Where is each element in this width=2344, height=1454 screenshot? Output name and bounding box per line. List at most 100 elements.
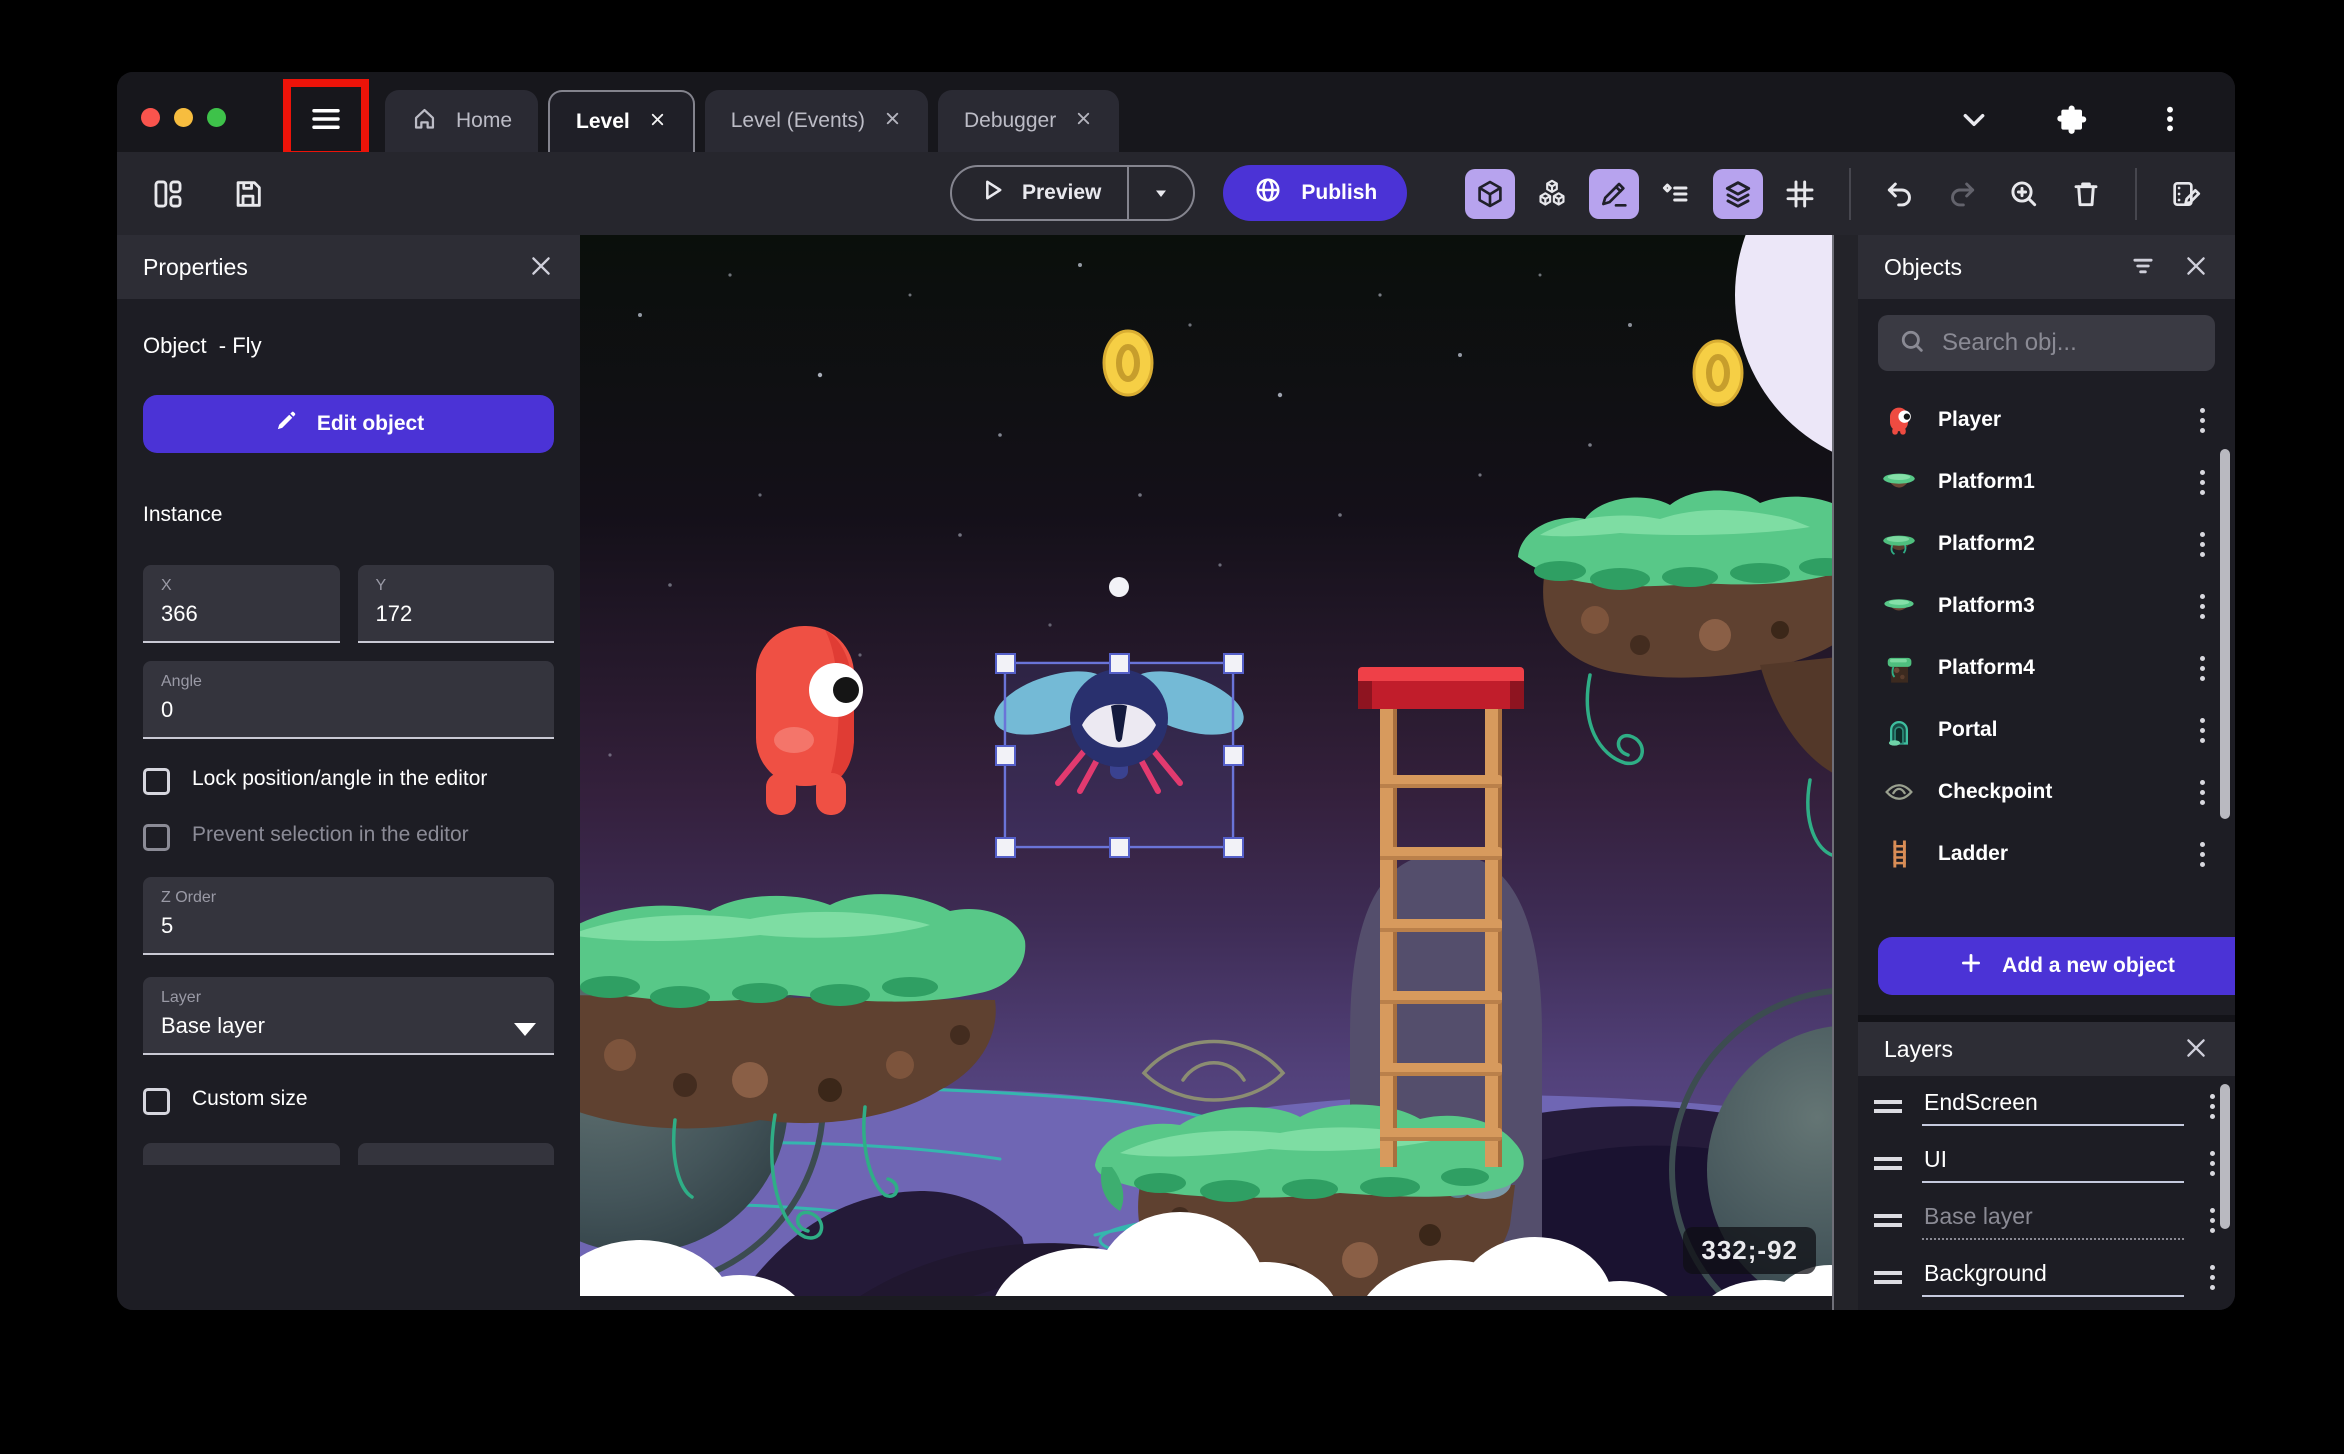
undo-button[interactable]	[1875, 169, 1925, 219]
save-button[interactable]	[223, 169, 273, 219]
object-menu-button[interactable]	[2194, 526, 2211, 563]
publish-button[interactable]: Publish	[1223, 165, 1408, 221]
right-panels: Objects Search obj... Player Platform1 P…	[1858, 235, 2235, 1310]
object-row-player[interactable]: Player	[1874, 389, 2217, 451]
close-properties-button[interactable]	[528, 253, 554, 282]
coin-instance-1[interactable]	[1102, 329, 1154, 397]
angle-field[interactable]: Angle 0	[143, 661, 554, 739]
zoom-button[interactable]	[1999, 169, 2049, 219]
extensions-button[interactable]	[2047, 94, 2097, 144]
layer-menu-button[interactable]	[2204, 1088, 2221, 1125]
object-menu-button[interactable]	[2194, 712, 2211, 749]
layer-row-ui[interactable]: UI	[1874, 1135, 2221, 1192]
objects-scrollbar[interactable]	[2220, 449, 2230, 819]
scene-canvas[interactable]: 332;-92	[580, 235, 1858, 1310]
close-window-button[interactable]	[141, 108, 160, 127]
object-search[interactable]	[1878, 315, 2215, 371]
layer-menu-button[interactable]	[2204, 1259, 2221, 1296]
layer-row-base-layer[interactable]: Base layer	[1874, 1192, 2221, 1249]
layer-menu-button[interactable]	[2204, 1202, 2221, 1239]
y-field[interactable]: Y 172	[357, 565, 554, 643]
canvas-vertical-scrollbar[interactable]	[1832, 235, 1858, 1310]
open-projects-button[interactable]	[143, 169, 193, 219]
layers-button[interactable]	[1713, 168, 1763, 219]
layers-scrollbar[interactable]	[2220, 1084, 2230, 1229]
add-object-button[interactable]: Add a new object	[1878, 937, 2235, 995]
object-row-ladder[interactable]: Ladder	[1874, 823, 2217, 885]
tab-debugger[interactable]: Debugger	[937, 90, 1120, 152]
object-row-platform4[interactable]: Platform4	[1874, 637, 2217, 699]
more-options-button[interactable]	[2145, 94, 2195, 144]
objects-list-button[interactable]	[1527, 169, 1577, 219]
object-menu-button[interactable]	[2194, 464, 2211, 501]
collapse-toolbar-button[interactable]	[1949, 94, 1999, 144]
object-name: Checkpoint	[1938, 780, 2053, 803]
preview-options-button[interactable]	[1129, 181, 1193, 205]
layer-select[interactable]: Layer Base layer	[143, 977, 554, 1055]
undo-icon	[1884, 178, 1916, 210]
lock-position-row: Lock position/angle in the editor	[143, 765, 554, 795]
angle-field-value: 0	[161, 697, 174, 722]
save-icon	[231, 177, 265, 211]
close-layers-button[interactable]	[2183, 1035, 2209, 1064]
z-order-field[interactable]: Z Order 5	[143, 877, 554, 955]
coin-instance-2[interactable]	[1692, 339, 1744, 407]
object-row-checkpoint[interactable]: Checkpoint	[1874, 761, 2217, 823]
object-row-platform1[interactable]: Platform1	[1874, 451, 2217, 513]
tab-level[interactable]: Level	[548, 90, 695, 152]
object-row-platform2[interactable]: Platform2	[1874, 513, 2217, 575]
preview-button[interactable]: Preview	[950, 165, 1196, 221]
fly-instance[interactable]	[987, 659, 1252, 845]
edit-mode-button[interactable]	[1589, 168, 1639, 219]
object-menu-button[interactable]	[2194, 836, 2211, 873]
checkpoint-icon	[1880, 773, 1918, 811]
object-menu-button[interactable]	[2194, 402, 2211, 439]
tab-level-events[interactable]: Level (Events)	[704, 90, 928, 152]
object-row-portal[interactable]: Portal	[1874, 699, 2217, 761]
delete-button[interactable]	[2061, 169, 2111, 219]
search-input[interactable]	[1942, 329, 2195, 357]
close-tab-icon[interactable]	[648, 110, 667, 135]
redo-button[interactable]	[1937, 169, 1987, 219]
object-menu-button[interactable]	[2194, 774, 2211, 811]
object-name: Platform2	[1938, 532, 2035, 555]
scene-artwork	[580, 235, 1858, 1310]
layer-row-background[interactable]: Background	[1874, 1249, 2221, 1306]
toggle-3d-view-button[interactable]	[1465, 168, 1515, 219]
minimize-window-button[interactable]	[174, 108, 193, 127]
filter-objects-button[interactable]	[2129, 252, 2157, 283]
object-row-platform3[interactable]: Platform3	[1874, 575, 2217, 637]
tab-label: Home	[456, 109, 513, 132]
cursor-coordinates: 332;-92	[1683, 1227, 1816, 1274]
instances-list-button[interactable]	[1651, 169, 1701, 219]
close-tab-icon[interactable]	[1074, 109, 1093, 134]
instance-heading: Instance	[143, 503, 223, 526]
drag-handle-icon[interactable]	[1874, 1157, 1902, 1170]
object-menu-button[interactable]	[2194, 588, 2211, 625]
drag-handle-icon[interactable]	[1874, 1100, 1902, 1113]
tab-home[interactable]: Home	[385, 90, 539, 152]
x-field[interactable]: X 366	[143, 565, 340, 643]
zoom-in-icon	[2008, 178, 2040, 210]
drag-handle-icon[interactable]	[1874, 1214, 1902, 1227]
main-toolbar: Preview Publish	[117, 152, 2235, 235]
platform3-icon	[1880, 587, 1918, 625]
main-menu-button[interactable]	[298, 93, 354, 145]
layer-menu-button[interactable]	[2204, 1145, 2221, 1182]
edit-scene-properties-button[interactable]	[2161, 169, 2211, 219]
edit-object-button[interactable]: Edit object	[143, 395, 554, 453]
object-name: Platform4	[1938, 656, 2035, 679]
close-tab-icon[interactable]	[883, 109, 902, 134]
canvas-horizontal-scrollbar[interactable]	[580, 1296, 1832, 1310]
layer-row-endscreen[interactable]: EndScreen	[1874, 1078, 2221, 1135]
hamburger-icon	[308, 101, 344, 137]
grid-button[interactable]	[1775, 169, 1825, 219]
close-objects-button[interactable]	[2183, 253, 2209, 282]
zoom-window-button[interactable]	[207, 108, 226, 127]
custom-size-checkbox[interactable]	[143, 1088, 170, 1115]
object-menu-button[interactable]	[2194, 650, 2211, 687]
rotation-handle[interactable]	[1109, 577, 1129, 597]
lock-position-checkbox[interactable]	[143, 768, 170, 795]
drag-handle-icon[interactable]	[1874, 1271, 1902, 1284]
prevent-selection-checkbox[interactable]	[143, 824, 170, 851]
